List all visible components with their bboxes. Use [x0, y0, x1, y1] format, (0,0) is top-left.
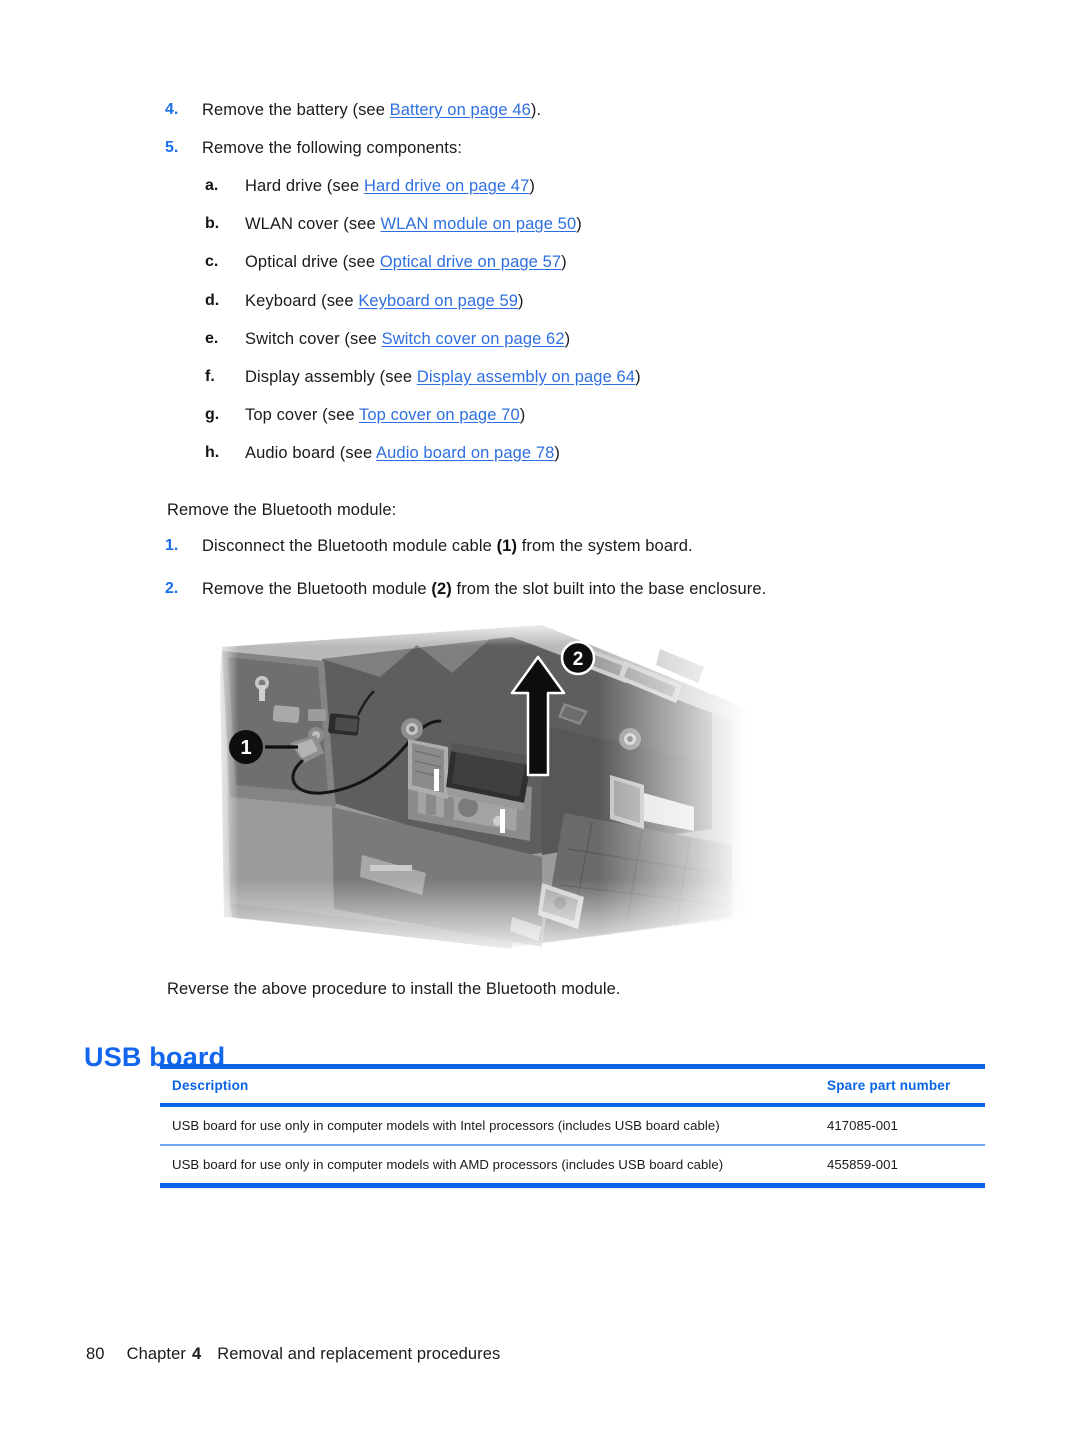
step-marker: 4. [165, 101, 179, 118]
substep-text: Keyboard (see Keyboard on page 59) [245, 291, 965, 312]
column-header-description: Description [160, 1069, 815, 1107]
substep-text: WLAN cover (see WLAN module on page 50) [245, 214, 965, 235]
spare-parts-table: Description Spare part number USB board … [160, 1064, 985, 1188]
list-item: a. Hard drive (see Hard drive on page 47… [165, 176, 965, 197]
substep-marker: a. [205, 177, 219, 195]
callout-1-label: 1 [240, 737, 251, 759]
rule-cell [160, 1183, 815, 1188]
document-page: 4. Remove the battery (see Battery on pa… [0, 0, 1080, 1437]
callout-2-label: 2 [573, 649, 584, 670]
bluetooth-module-figure: 2 1 [212, 617, 748, 962]
step-text: Disconnect the Bluetooth module cable (1… [202, 536, 985, 557]
procedure-list-bottom: 1. Disconnect the Bluetooth module cable… [165, 536, 985, 617]
table-header-row: Description Spare part number [160, 1069, 985, 1107]
substep-text: Display assembly (see Display assembly o… [245, 367, 965, 388]
list-item: 2. Remove the Bluetooth module (2) from … [165, 579, 985, 600]
table-row: USB board for use only in computer model… [160, 1145, 985, 1183]
substep-text-after: ) [576, 215, 582, 234]
table-row: USB board for use only in computer model… [160, 1105, 985, 1146]
substep-text-after: ) [564, 329, 571, 348]
cross-reference-link[interactable]: Hard drive on page 47 [364, 177, 529, 195]
substep-text-after: ) [529, 177, 535, 196]
cell-spare-part-number: 417085-001 [815, 1105, 985, 1146]
substep-marker: b. [205, 215, 220, 233]
list-item: h. Audio board (see Audio board on page … [165, 443, 965, 464]
table-bottom-rule [160, 1183, 985, 1188]
substep-marker: h. [205, 443, 220, 461]
figure-illustration: 2 1 [212, 617, 748, 962]
cross-reference-link[interactable]: Switch cover on page 62 [382, 330, 565, 348]
list-item: f. Display assembly (see Display assembl… [165, 367, 965, 388]
substep-text-after: ) [554, 443, 561, 462]
step-marker: 5. [165, 139, 179, 157]
closing-paragraph: Reverse the above procedure to install t… [167, 980, 621, 998]
cross-reference-link[interactable]: Keyboard on page 59 [358, 292, 518, 310]
callout-2-badge: 2 [560, 640, 596, 676]
step-text-before: Remove the battery (see [202, 101, 390, 119]
list-item: 5. Remove the following components: [165, 138, 965, 159]
list-item: g. Top cover (see Top cover on page 70) [165, 405, 965, 426]
substep-text-before: Display assembly (see [245, 367, 417, 386]
rule-cell [815, 1183, 985, 1188]
cross-reference-link[interactable]: Optical drive on page 57 [380, 253, 561, 271]
procedure-list-top: 4. Remove the battery (see Battery on pa… [165, 100, 965, 481]
substep-text-after: ) [561, 253, 567, 272]
substep-text: Hard drive (see Hard drive on page 47) [245, 176, 965, 197]
substep-marker: g. [205, 405, 220, 423]
page-number: 80 [86, 1345, 105, 1363]
substep-text: Audio board (see Audio board on page 78) [245, 443, 965, 464]
substep-text-after: ) [518, 291, 524, 310]
step-text: Remove the following components: [202, 139, 463, 158]
substep-text-after: ) [635, 367, 641, 386]
step-text: Remove the battery (see Battery on page … [202, 100, 965, 121]
column-header-spare-part-number: Spare part number [815, 1069, 985, 1107]
substep-text-before: Audio board (see [245, 443, 377, 462]
list-item: e. Switch cover (see Switch cover on pag… [165, 329, 965, 350]
step-text-part1: Disconnect the Bluetooth module cable [202, 537, 497, 555]
substep-text-before: WLAN cover (see [245, 215, 381, 234]
substep-text-before: Keyboard (see [245, 291, 359, 310]
step-marker: 2. [165, 580, 179, 598]
substep-text-before: Optical drive (see [245, 253, 380, 272]
step-text-part2: from the slot built into the base enclos… [451, 580, 767, 599]
cell-spare-part-number: 455859-001 [827, 1157, 898, 1172]
list-item: 1. Disconnect the Bluetooth module cable… [165, 536, 985, 557]
substep-marker: c. [205, 253, 219, 271]
cross-reference-link[interactable]: Battery on page 46 [390, 101, 531, 119]
substep-marker: f. [205, 367, 215, 385]
chapter-title: Removal and replacement procedures [217, 1345, 501, 1363]
substep-text: Optical drive (see Optical drive on page… [245, 252, 965, 273]
list-item: c. Optical drive (see Optical drive on p… [165, 252, 965, 273]
cross-reference-link[interactable]: Top cover on page 70 [359, 406, 520, 424]
callout-1-badge: 1 [229, 730, 263, 764]
substep-marker: d. [205, 291, 220, 309]
figure-callout-reference: (1) [496, 537, 518, 555]
step-text-part2: from the system board. [517, 537, 693, 555]
step-text-part1: Remove the Bluetooth module [202, 580, 432, 599]
cross-reference-link[interactable]: Audio board on page 78 [376, 444, 554, 462]
chapter-number: 4 [191, 1345, 202, 1363]
substep-text: Top cover (see Top cover on page 70) [245, 405, 965, 426]
cross-reference-link[interactable]: Display assembly on page 64 [417, 368, 635, 386]
cross-reference-link[interactable]: WLAN module on page 50 [380, 215, 576, 233]
page-footer: 80 Chapter 4 Removal and replacement proced… [86, 1345, 500, 1364]
substep-text-before: Switch cover (see [245, 329, 382, 348]
list-item: 4. Remove the battery (see Battery on pa… [165, 100, 965, 121]
cell-description: USB board for use only in computer model… [160, 1105, 815, 1146]
substep-text: Switch cover (see Switch cover on page 6… [245, 329, 965, 350]
substep-text-after: ) [519, 405, 526, 424]
substep-text-before: Hard drive (see [245, 177, 364, 196]
chapter-label: Chapter [126, 1345, 186, 1363]
step-marker: 1. [165, 537, 179, 554]
step-text-after: ). [530, 101, 542, 119]
list-item: b. WLAN cover (see WLAN module on page 5… [165, 214, 965, 235]
substep-marker: e. [205, 329, 219, 347]
cell-description: USB board for use only in computer model… [172, 1157, 724, 1172]
substep-text-before: Top cover (see [245, 405, 360, 424]
intro-paragraph: Remove the Bluetooth module: [167, 501, 397, 519]
sub-procedure-list: a. Hard drive (see Hard drive on page 47… [165, 176, 965, 464]
list-item: d. Keyboard (see Keyboard on page 59) [165, 291, 965, 312]
step-text: Remove the Bluetooth module (2) from the… [202, 579, 985, 600]
figure-callout-reference: (2) [431, 580, 452, 599]
